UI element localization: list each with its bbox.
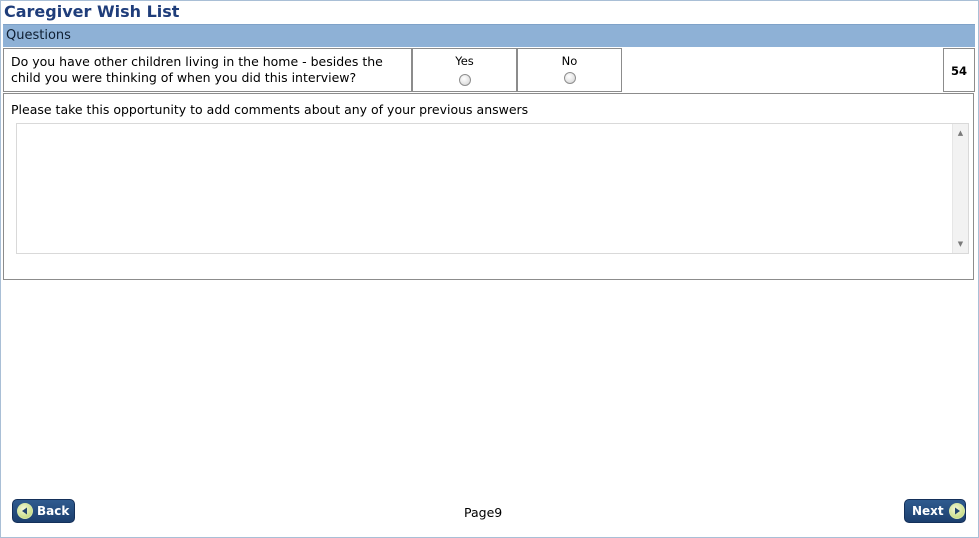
question-cell: Do you have other children living in the… [3, 48, 412, 92]
question-number-cell: 54 [943, 48, 975, 92]
comments-label: Please take this opportunity to add comm… [11, 102, 529, 117]
option-no-radio[interactable] [564, 72, 576, 84]
option-yes-label: Yes [455, 54, 474, 68]
question-text: Do you have other children living in the… [11, 54, 383, 85]
arrow-right-circle-icon [948, 503, 965, 519]
comments-textarea[interactable] [16, 123, 969, 254]
arrow-left-circle-icon [17, 503, 33, 519]
section-header: Questions [3, 24, 975, 47]
back-button[interactable]: Back [12, 499, 75, 523]
option-no-cell[interactable]: No [517, 48, 622, 92]
option-yes-radio[interactable] [459, 74, 471, 86]
page-title: Caregiver Wish List [4, 2, 180, 21]
option-yes-cell[interactable]: Yes [412, 48, 517, 92]
comments-section: Please take this opportunity to add comm… [3, 93, 974, 280]
next-button[interactable]: Next [904, 499, 966, 523]
next-button-label: Next [912, 504, 944, 518]
section-header-label: Questions [6, 28, 71, 43]
question-number: 54 [950, 64, 967, 78]
back-button-label: Back [37, 504, 70, 518]
option-no-label: No [561, 54, 578, 68]
page-indicator: Page9 [464, 505, 503, 520]
question-row: Do you have other children living in the… [3, 48, 975, 92]
